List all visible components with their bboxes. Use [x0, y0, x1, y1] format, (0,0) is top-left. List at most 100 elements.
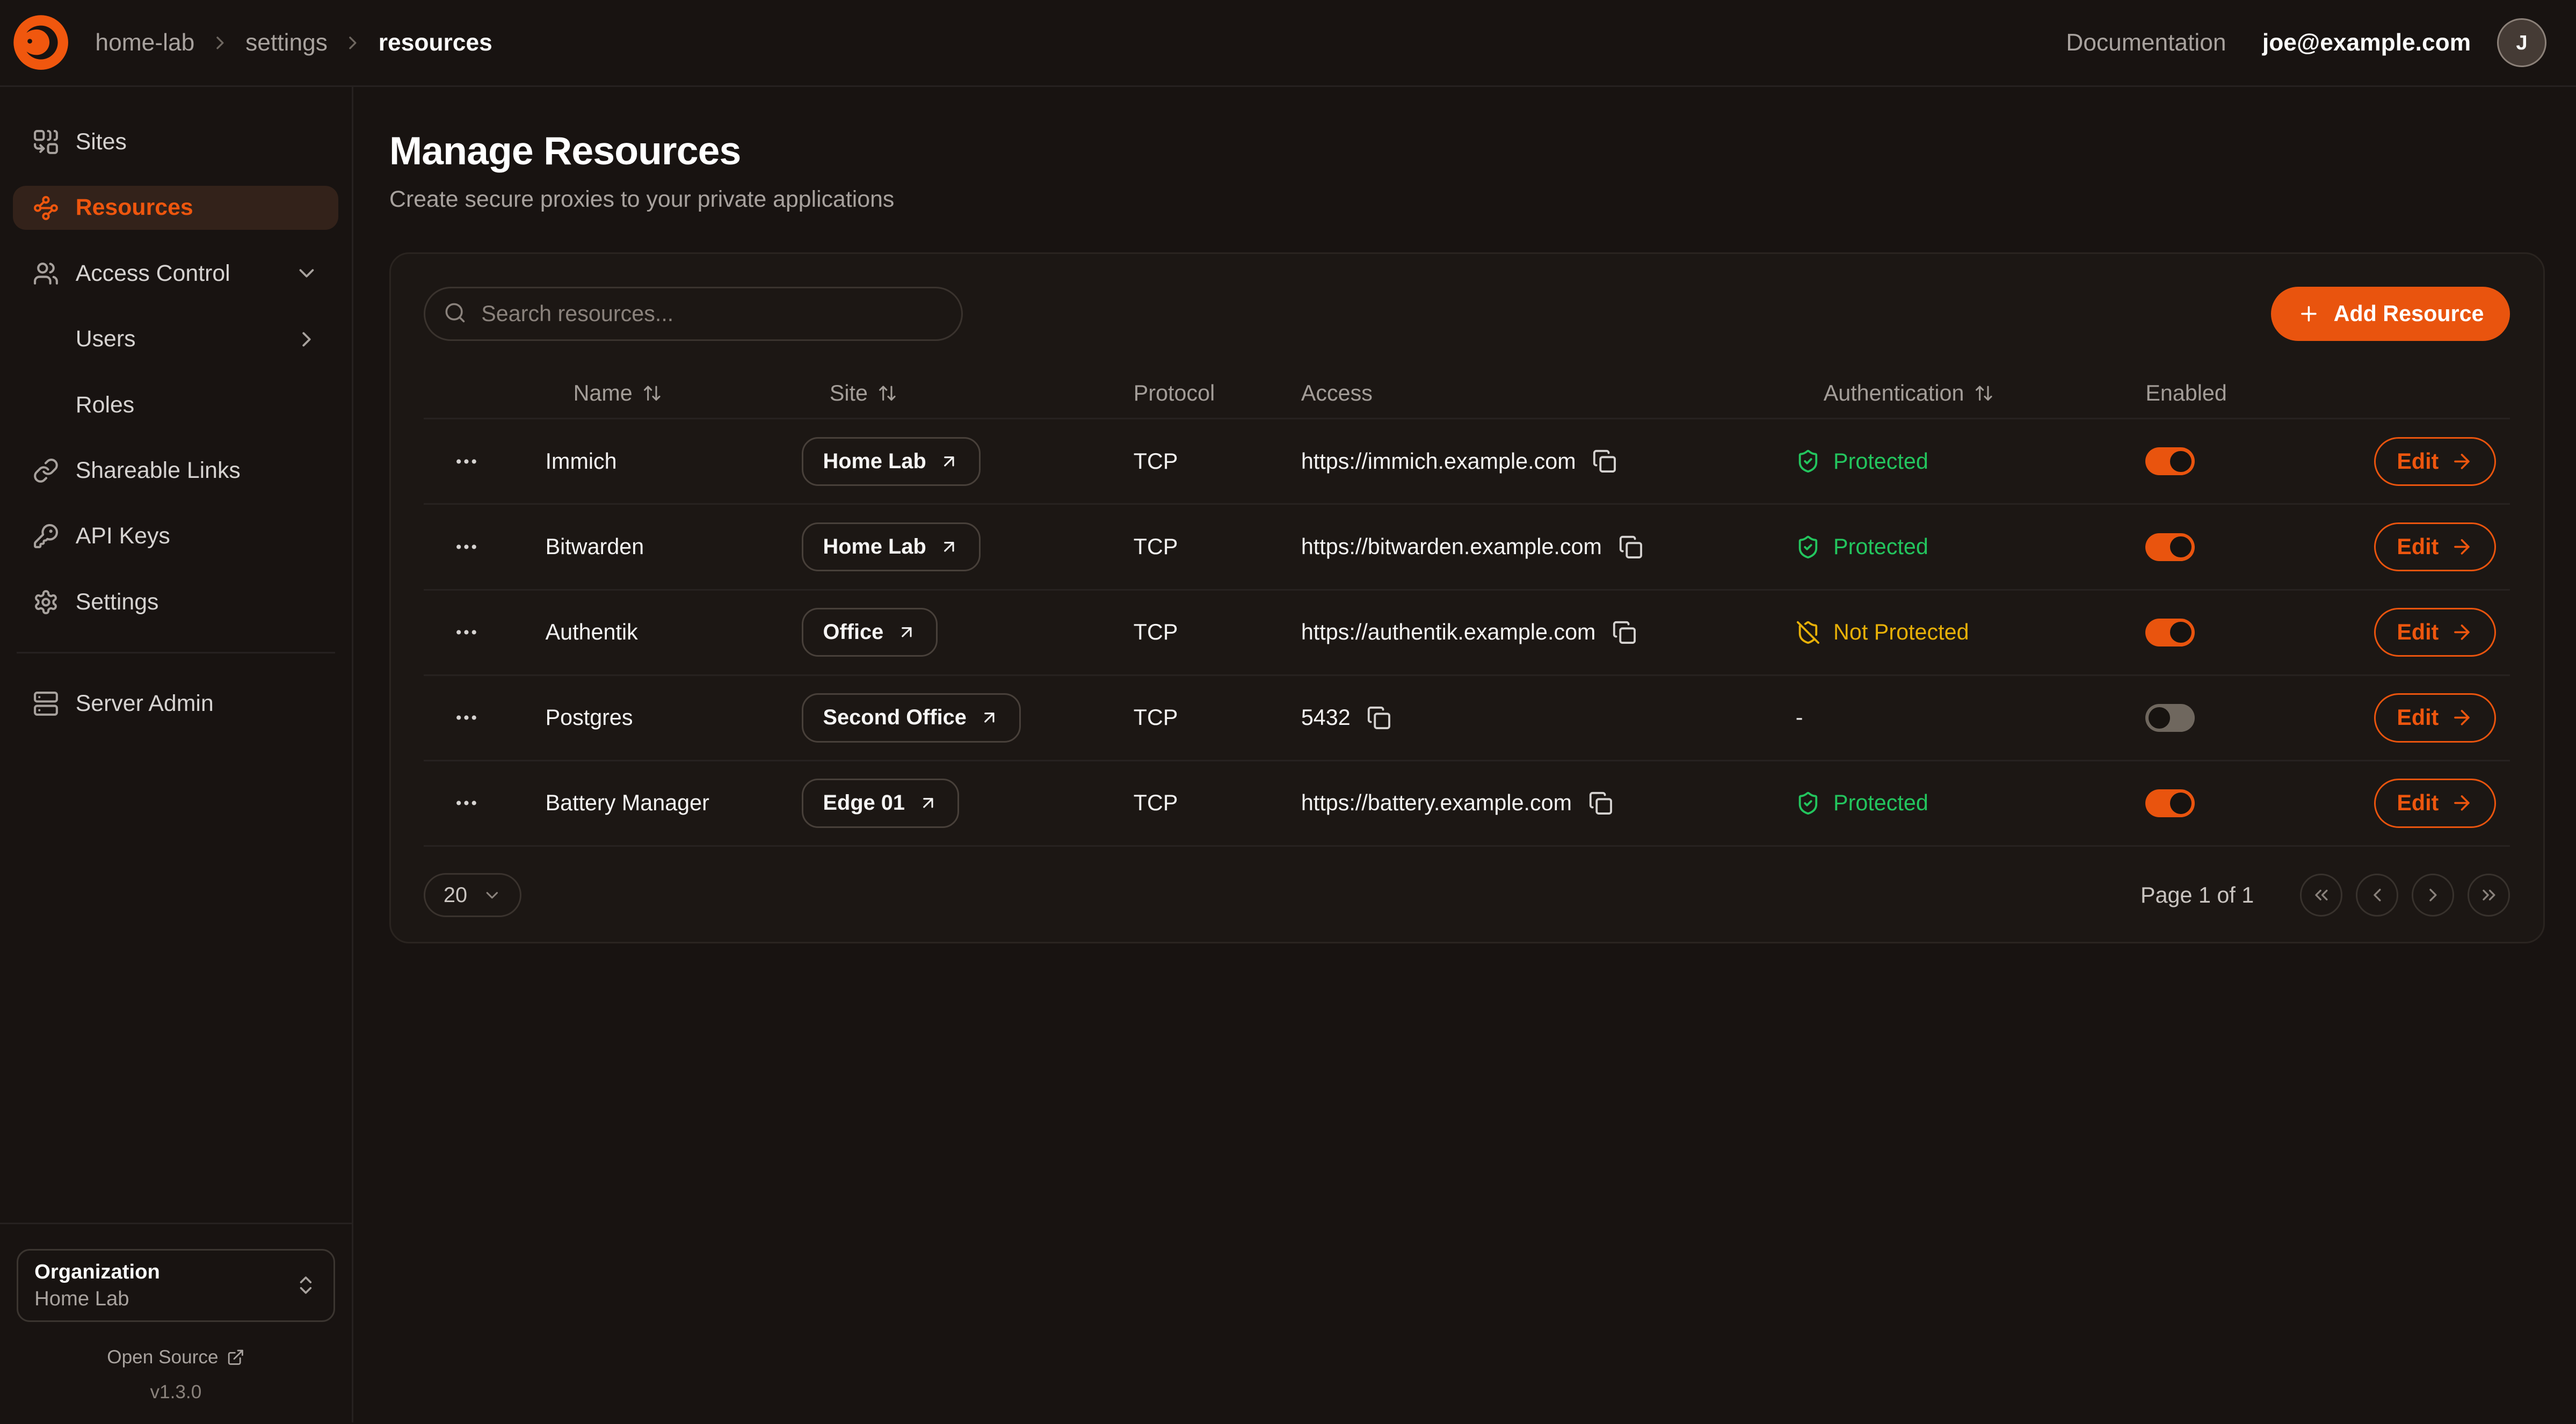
row-actions-button[interactable] [447, 698, 486, 737]
enabled-toggle[interactable] [2145, 789, 2195, 817]
row-actions-button[interactable] [447, 442, 486, 481]
edit-button[interactable]: Edit [2374, 693, 2497, 743]
copy-button[interactable] [1592, 449, 1617, 474]
column-name[interactable]: Name [546, 381, 802, 406]
open-source-link[interactable]: Open Source [17, 1347, 336, 1368]
sidebar-item-shareable-links[interactable]: Shareable Links [13, 448, 338, 493]
copy-button[interactable] [1588, 791, 1613, 816]
chevrons-up-down-icon [294, 1274, 317, 1297]
users-icon [33, 260, 59, 287]
sidebar-item-sites[interactable]: Sites [13, 120, 338, 164]
table-body: Immich Home Lab TCP https://immich.examp… [424, 418, 2510, 845]
sidebar-item-label: Server Admin [76, 691, 214, 717]
auth-status-label: - [1796, 705, 1803, 730]
copy-icon [1612, 620, 1637, 645]
edit-label: Edit [2397, 620, 2439, 645]
ellipsis-icon [453, 704, 480, 731]
resource-name: Battery Manager [546, 790, 802, 816]
row-actions-button[interactable] [447, 527, 486, 566]
table-row: Bitwarden Home Lab TCP https://bitwarden… [424, 503, 2510, 589]
resource-name: Authentik [546, 620, 802, 645]
link-icon [33, 457, 59, 484]
external-link-icon [227, 1348, 245, 1367]
sidebar-item-label: Access Control [76, 260, 230, 287]
access-url: https://immich.example.com [1301, 449, 1576, 474]
ellipsis-icon [453, 448, 480, 475]
edit-button[interactable]: Edit [2374, 437, 2497, 486]
chevron-right-icon [2422, 884, 2444, 906]
page-size-select[interactable]: 20 [424, 873, 521, 918]
copy-button[interactable] [1619, 535, 1643, 560]
resources-card: Add Resource Name Site Protocol Access [389, 252, 2545, 944]
protocol-value: TCP [1134, 620, 1301, 645]
sidebar-item-api-keys[interactable]: API Keys [13, 514, 338, 558]
breadcrumb-org[interactable]: home-lab [95, 30, 194, 56]
copy-icon [1592, 449, 1617, 474]
sidebar-item-roles[interactable]: Roles [13, 383, 338, 427]
site-link-button[interactable]: Home Lab [802, 522, 981, 572]
chevrons-left-icon [2311, 884, 2332, 906]
arrow-up-right-icon [979, 708, 999, 728]
protocol-value: TCP [1134, 705, 1301, 730]
arrow-up-right-icon [897, 622, 917, 642]
sidebar-item-resources[interactable]: Resources [13, 186, 338, 230]
column-site[interactable]: Site [802, 381, 1134, 406]
table-row: Battery Manager Edge 01 TCP https://batt… [424, 760, 2510, 845]
arrow-up-right-icon [939, 537, 959, 557]
copy-button[interactable] [1612, 620, 1637, 645]
arrow-right-icon [2450, 621, 2473, 644]
sidebar-item-access-control[interactable]: Access Control [13, 251, 338, 296]
auth-status-label: Protected [1833, 534, 1928, 560]
resources-icon [33, 195, 59, 221]
enabled-toggle[interactable] [2145, 447, 2195, 475]
gear-icon [33, 589, 59, 615]
user-avatar[interactable]: J [2497, 18, 2546, 68]
search-input[interactable] [424, 287, 962, 341]
auth-status: Not Protected [1796, 620, 1969, 645]
sidebar-item-label: Users [76, 326, 136, 352]
server-icon [33, 691, 59, 717]
organization-selector[interactable]: Organization Home Lab [17, 1249, 336, 1323]
site-link-button[interactable]: Office [802, 608, 938, 657]
access-url: https://authentik.example.com [1301, 620, 1596, 645]
site-link-button[interactable]: Edge 01 [802, 779, 959, 828]
last-page-button[interactable] [2468, 874, 2510, 917]
protocol-value: TCP [1134, 534, 1301, 560]
edit-label: Edit [2397, 449, 2439, 474]
page-title: Manage Resources [389, 128, 2545, 173]
site-link-button[interactable]: Second Office [802, 693, 1021, 743]
first-page-button[interactable] [2300, 874, 2343, 917]
site-link-button[interactable]: Home Lab [802, 437, 981, 486]
breadcrumb-section[interactable]: settings [245, 30, 328, 56]
edit-button[interactable]: Edit [2374, 608, 2497, 657]
auth-status-label: Protected [1833, 790, 1928, 816]
pangolin-logo-icon[interactable] [10, 11, 72, 74]
sidebar-item-users[interactable]: Users [13, 317, 338, 361]
sidebar-item-settings[interactable]: Settings [13, 580, 338, 624]
prev-page-button[interactable] [2356, 874, 2399, 917]
plus-icon [2297, 302, 2320, 325]
next-page-button[interactable] [2412, 874, 2455, 917]
column-authentication[interactable]: Authentication [1796, 381, 2146, 406]
enabled-toggle[interactable] [2145, 619, 2195, 646]
add-resource-button[interactable]: Add Resource [2271, 287, 2510, 341]
enabled-toggle[interactable] [2145, 704, 2195, 732]
edit-button[interactable]: Edit [2374, 779, 2497, 828]
sidebar-footer: Organization Home Lab Open Source v1.3.0 [0, 1223, 352, 1423]
edit-label: Edit [2397, 705, 2439, 730]
search-icon [444, 301, 467, 324]
arrow-right-icon [2450, 791, 2473, 815]
enabled-toggle[interactable] [2145, 533, 2195, 561]
page-indicator: Page 1 of 1 [2140, 883, 2254, 908]
sidebar-divider [17, 652, 336, 653]
row-actions-button[interactable] [447, 613, 486, 652]
auth-status-label: Not Protected [1833, 620, 1969, 645]
documentation-link[interactable]: Documentation [2066, 30, 2226, 56]
edit-label: Edit [2397, 534, 2439, 560]
sidebar-item-server-admin[interactable]: Server Admin [13, 681, 338, 726]
user-email: joe@example.com [2262, 30, 2471, 56]
row-actions-button[interactable] [447, 783, 486, 823]
edit-button[interactable]: Edit [2374, 522, 2497, 572]
shield-check-icon [1796, 449, 1820, 474]
copy-button[interactable] [1367, 706, 1391, 730]
